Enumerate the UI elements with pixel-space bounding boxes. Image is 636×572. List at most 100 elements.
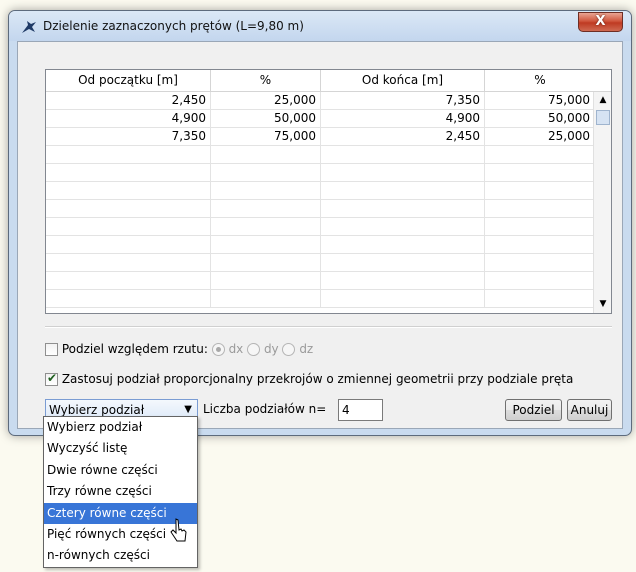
table-cell[interactable]: 2,450 bbox=[46, 92, 211, 109]
table-cell[interactable]: 50,000 bbox=[211, 110, 321, 127]
table-row[interactable] bbox=[46, 146, 611, 164]
table-cell[interactable]: 7,350 bbox=[46, 128, 211, 145]
table-cell[interactable] bbox=[321, 164, 485, 181]
table-body: 2,450 25,000 7,350 75,000 4,900 50,000 4,900 50… bbox=[46, 92, 611, 308]
table-cell[interactable]: 50,000 bbox=[485, 110, 595, 127]
scroll-down-icon[interactable]: ▼ bbox=[595, 296, 611, 313]
table-cell[interactable] bbox=[46, 272, 211, 289]
table-cell[interactable] bbox=[211, 218, 321, 235]
divide-button[interactable]: Podziel bbox=[505, 399, 562, 421]
app-icon bbox=[22, 21, 36, 33]
table-row[interactable] bbox=[46, 164, 611, 182]
scroll-thumb[interactable] bbox=[596, 110, 610, 125]
table-cell[interactable] bbox=[211, 254, 321, 271]
table-cell[interactable]: 7,350 bbox=[321, 92, 485, 109]
table-cell[interactable] bbox=[211, 236, 321, 253]
table-cell[interactable] bbox=[211, 272, 321, 289]
table-row[interactable] bbox=[46, 272, 611, 290]
cancel-button[interactable]: Anuluj bbox=[567, 399, 612, 421]
table-row[interactable] bbox=[46, 182, 611, 200]
dialog-window: Dzielenie zaznaczonych prętów (L=9,80 m)… bbox=[8, 10, 632, 436]
table-cell[interactable] bbox=[211, 290, 321, 307]
table-row[interactable]: 4,900 50,000 4,900 50,000 bbox=[46, 110, 611, 128]
table-cell[interactable] bbox=[485, 182, 595, 199]
table-cell[interactable] bbox=[485, 272, 595, 289]
table-cell[interactable] bbox=[321, 254, 485, 271]
division-table[interactable]: Od początku [m] % Od końca [m] % 2,450 25… bbox=[45, 69, 612, 314]
table-row[interactable] bbox=[46, 290, 611, 308]
dropdown-item[interactable]: n-równych części bbox=[44, 545, 197, 566]
table-cell[interactable] bbox=[485, 146, 595, 163]
table-cell[interactable] bbox=[485, 164, 595, 181]
close-button[interactable]: X bbox=[578, 12, 623, 32]
table-cell[interactable] bbox=[211, 200, 321, 217]
table-header: Od początku [m] % Od końca [m] % bbox=[46, 70, 611, 92]
column-header-percent-start[interactable]: % bbox=[211, 70, 321, 91]
dropdown-item[interactable]: Trzy równe części bbox=[44, 481, 197, 502]
table-cell[interactable] bbox=[321, 236, 485, 253]
table-cell[interactable]: 2,450 bbox=[321, 128, 485, 145]
projection-label: Podziel względem rzutu: bbox=[61, 342, 208, 356]
table-cell[interactable] bbox=[485, 200, 595, 217]
table-row[interactable] bbox=[46, 236, 611, 254]
table-cell[interactable] bbox=[46, 200, 211, 217]
dropdown-item[interactable]: Wybierz podział bbox=[44, 417, 197, 438]
table-row[interactable] bbox=[46, 218, 611, 236]
title-bar[interactable]: Dzielenie zaznaczonych prętów (L=9,80 m)… bbox=[9, 11, 631, 41]
table-cell[interactable]: 4,900 bbox=[321, 110, 485, 127]
table-cell[interactable] bbox=[485, 218, 595, 235]
radio-dy[interactable] bbox=[247, 343, 261, 356]
table-cell[interactable] bbox=[46, 290, 211, 307]
proportional-checkbox[interactable] bbox=[45, 371, 58, 386]
table-cell[interactable] bbox=[46, 218, 211, 235]
mouse-cursor-icon bbox=[170, 518, 187, 542]
radio-dy-label: dy bbox=[263, 342, 279, 356]
table-cell[interactable] bbox=[321, 272, 485, 289]
radio-dx[interactable] bbox=[211, 343, 225, 356]
table-cell[interactable]: 4,900 bbox=[46, 110, 211, 127]
table-cell[interactable] bbox=[485, 254, 595, 271]
table-cell[interactable] bbox=[46, 164, 211, 181]
table-row[interactable] bbox=[46, 200, 611, 218]
dropdown-item[interactable]: Wyczyść listę bbox=[44, 438, 197, 459]
column-header-from-end[interactable]: Od końca [m] bbox=[321, 70, 485, 91]
table-cell[interactable] bbox=[485, 236, 595, 253]
n-label: Liczba podziałów n= bbox=[203, 402, 327, 416]
scroll-up-icon[interactable]: ▲ bbox=[595, 92, 611, 109]
radio-dz[interactable] bbox=[282, 343, 296, 356]
table-cell[interactable] bbox=[46, 146, 211, 163]
table-cell[interactable] bbox=[321, 182, 485, 199]
table-cell[interactable]: 25,000 bbox=[485, 128, 595, 145]
table-cell[interactable]: 75,000 bbox=[485, 92, 595, 109]
radio-dz-label: dz bbox=[299, 342, 314, 356]
division-dropdown-list: Wybierz podział Wyczyść listę Dwie równe c… bbox=[43, 416, 198, 568]
dialog-content: Od początku [m] % Od końca [m] % 2,450 25… bbox=[17, 41, 623, 429]
table-cell[interactable] bbox=[485, 290, 595, 307]
table-row[interactable] bbox=[46, 254, 611, 272]
table-cell[interactable] bbox=[46, 236, 211, 253]
table-cell[interactable]: 25,000 bbox=[211, 92, 321, 109]
table-scrollbar[interactable]: ▲ ▼ bbox=[593, 92, 611, 313]
column-header-from-start[interactable]: Od początku [m] bbox=[46, 70, 211, 91]
dropdown-item[interactable]: Dwie równe części bbox=[44, 460, 197, 481]
table-cell[interactable] bbox=[321, 146, 485, 163]
radio-dx-label: dx bbox=[228, 342, 244, 356]
proportional-label: Zastosuj podział proporcjonalny przekroj… bbox=[61, 372, 574, 386]
table-cell[interactable] bbox=[46, 182, 211, 199]
table-cell[interactable] bbox=[321, 290, 485, 307]
table-cell[interactable] bbox=[321, 218, 485, 235]
n-input[interactable] bbox=[338, 399, 383, 421]
column-header-percent-end[interactable]: % bbox=[485, 70, 595, 91]
projection-checkbox[interactable] bbox=[45, 343, 58, 356]
table-cell[interactable] bbox=[321, 200, 485, 217]
projection-row: Podziel względem rzutu: dx dy dz bbox=[45, 342, 313, 356]
table-row[interactable]: 2,450 25,000 7,350 75,000 bbox=[46, 92, 611, 110]
window-title: Dzielenie zaznaczonych prętów (L=9,80 m) bbox=[43, 19, 304, 33]
division-select-value: Wybierz podział bbox=[49, 403, 145, 417]
table-cell[interactable] bbox=[211, 146, 321, 163]
table-cell[interactable]: 75,000 bbox=[211, 128, 321, 145]
table-cell[interactable] bbox=[211, 182, 321, 199]
table-cell[interactable] bbox=[46, 254, 211, 271]
table-row[interactable]: 7,350 75,000 2,450 25,000 bbox=[46, 128, 611, 146]
table-cell[interactable] bbox=[211, 164, 321, 181]
